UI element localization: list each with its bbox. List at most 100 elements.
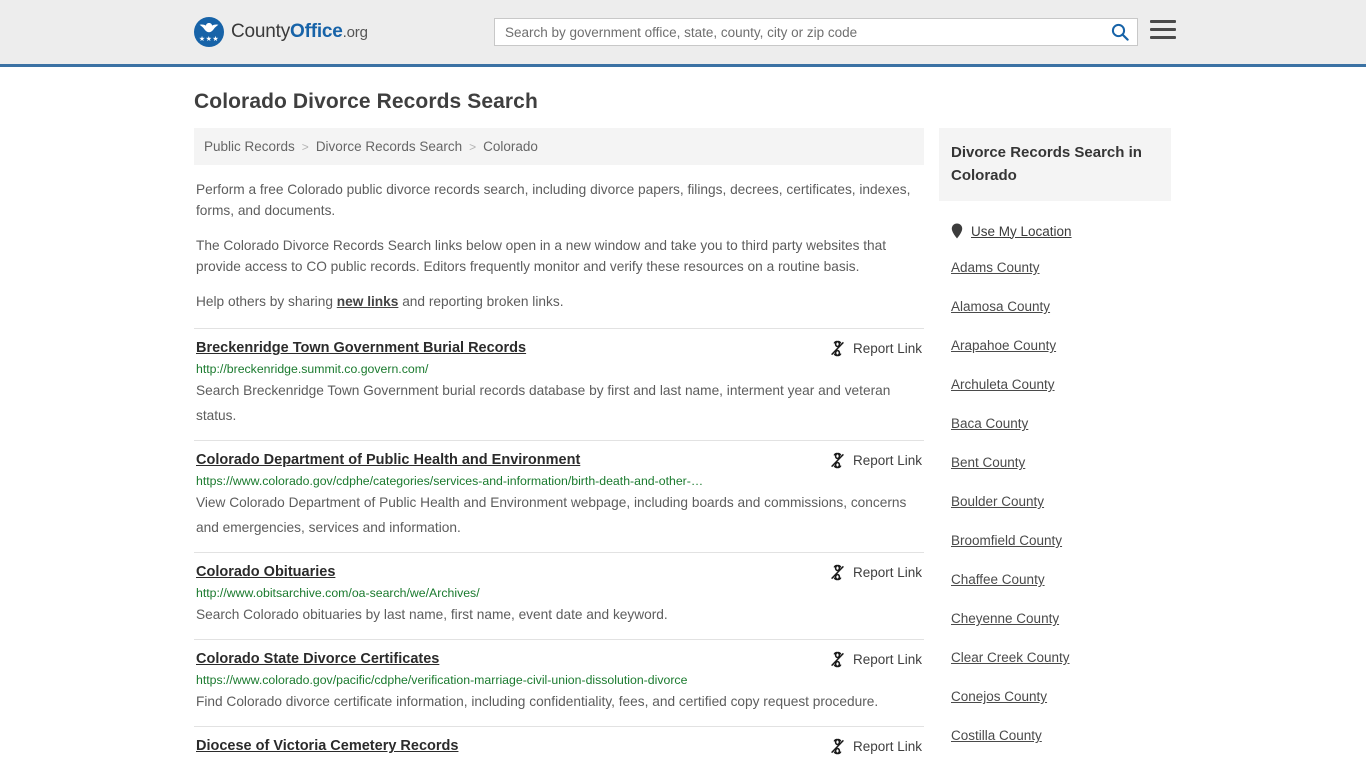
report-link-button[interactable]: Report Link — [829, 452, 922, 469]
broken-link-icon — [831, 738, 844, 755]
result-header: Colorado Obituaries Report Link — [196, 563, 922, 581]
result-item: Diocese of Victoria Cemetery Records Rep… — [194, 726, 924, 767]
search-bar[interactable] — [494, 18, 1138, 46]
sidebar: Divorce Records Search in Colorado Use M… — [939, 128, 1171, 768]
result-title-link[interactable]: Breckenridge Town Government Burial Reco… — [196, 339, 526, 357]
county-link-chaffee[interactable]: Chaffee County — [951, 572, 1045, 587]
result-description: View Colorado Department of Public Healt… — [196, 495, 907, 535]
report-link-label: Report Link — [852, 652, 922, 667]
list-item: Conejos County — [951, 688, 1171, 706]
county-link-conejos[interactable]: Conejos County — [951, 689, 1047, 704]
list-item: Boulder County — [951, 493, 1171, 511]
result-description: Search Breckenridge Town Government buri… — [196, 383, 891, 423]
site-logo-text: CountyOffice.org — [231, 21, 368, 43]
county-link-clear-creek[interactable]: Clear Creek County — [951, 650, 1070, 665]
county-link-arapahoe[interactable]: Arapahoe County — [951, 338, 1056, 353]
intro-paragraph-2: The Colorado Divorce Records Search link… — [196, 238, 887, 274]
county-link-broomfield[interactable]: Broomfield County — [951, 533, 1062, 548]
logo-stars: ★★★ — [198, 36, 220, 43]
result-url[interactable]: https://www.colorado.gov/pacific/cdphe/v… — [196, 672, 922, 688]
breadcrumb-item-divorce-records-search[interactable]: Divorce Records Search — [316, 139, 462, 154]
breadcrumb-item-public-records[interactable]: Public Records — [204, 139, 295, 154]
search-button[interactable] — [1103, 19, 1137, 45]
county-link-archuleta[interactable]: Archuleta County — [951, 377, 1055, 392]
list-item: Cheyenne County — [951, 610, 1171, 628]
hamburger-bar — [1150, 28, 1176, 31]
list-item: Baca County — [951, 415, 1171, 433]
county-link-costilla[interactable]: Costilla County — [951, 728, 1042, 743]
county-list: Adams County Alamosa County Arapahoe Cou… — [939, 259, 1171, 768]
breadcrumb-item-colorado[interactable]: Colorado — [483, 139, 538, 154]
broken-link-icon — [831, 340, 844, 357]
report-link-button[interactable]: Report Link — [829, 738, 922, 755]
result-header: Breckenridge Town Government Burial Reco… — [196, 339, 922, 357]
breadcrumb: Public Records > Divorce Records Search … — [194, 128, 924, 165]
breadcrumb-separator: > — [301, 139, 309, 154]
main-column: Public Records > Divorce Records Search … — [194, 128, 924, 767]
search-icon — [1111, 23, 1129, 41]
content-columns: Public Records > Divorce Records Search … — [194, 128, 1172, 768]
report-link-label: Report Link — [852, 739, 922, 754]
county-link-adams[interactable]: Adams County — [951, 260, 1040, 275]
list-item: Broomfield County — [951, 532, 1171, 550]
result-header: Colorado Department of Public Health and… — [196, 451, 922, 469]
list-item: Adams County — [951, 259, 1171, 277]
results-list: Breckenridge Town Government Burial Reco… — [194, 328, 924, 767]
page-title: Colorado Divorce Records Search — [194, 90, 538, 113]
result-item: Colorado Obituaries Report Link http://w… — [194, 552, 924, 639]
result-title-link[interactable]: Colorado Department of Public Health and… — [196, 451, 580, 469]
list-item: Archuleta County — [951, 376, 1171, 394]
hamburger-bar — [1150, 36, 1176, 39]
site-logo[interactable]: ★★★ CountyOffice.org — [194, 17, 368, 47]
intro-paragraph-1: Perform a free Colorado public divorce r… — [196, 182, 911, 218]
list-item: Costilla County — [951, 727, 1171, 745]
list-item: Arapahoe County — [951, 337, 1171, 355]
county-link-baca[interactable]: Baca County — [951, 416, 1028, 431]
page-body: Colorado Divorce Records Search Public R… — [0, 90, 1366, 768]
location-pin-icon — [951, 223, 963, 239]
report-link-label: Report Link — [852, 453, 922, 468]
menu-button[interactable] — [1150, 20, 1176, 39]
report-link-button[interactable]: Report Link — [829, 564, 922, 581]
report-link-button[interactable]: Report Link — [829, 340, 922, 357]
hamburger-bar — [1150, 20, 1176, 23]
intro-paragraph-3: Help others by sharing new links and rep… — [194, 291, 924, 312]
result-description: Find Colorado divorce certificate inform… — [196, 694, 879, 709]
result-title-link[interactable]: Colorado Obituaries — [196, 563, 335, 581]
county-link-boulder[interactable]: Boulder County — [951, 494, 1044, 509]
result-item: Colorado Department of Public Health and… — [194, 440, 924, 552]
result-url[interactable]: http://www.obitsarchive.com/oa-search/we… — [196, 585, 922, 601]
result-description: Search Colorado obituaries by last name,… — [196, 607, 668, 622]
use-my-location-button[interactable]: Use My Location — [939, 223, 1171, 239]
list-item: Bent County — [951, 454, 1171, 472]
report-link-button[interactable]: Report Link — [829, 651, 922, 668]
result-item: Colorado State Divorce Certificates Repo… — [194, 639, 924, 726]
county-link-cheyenne[interactable]: Cheyenne County — [951, 611, 1059, 626]
new-links-link[interactable]: new links — [337, 294, 399, 309]
logo-word-county: County — [231, 21, 291, 42]
search-input[interactable] — [495, 19, 1103, 45]
county-link-bent[interactable]: Bent County — [951, 455, 1025, 470]
list-item: Alamosa County — [951, 298, 1171, 316]
result-title-link[interactable]: Colorado State Divorce Certificates — [196, 650, 439, 668]
result-header: Diocese of Victoria Cemetery Records Rep… — [196, 737, 922, 755]
broken-link-icon — [831, 651, 844, 668]
result-url[interactable]: http://breckenridge.summit.co.govern.com… — [196, 361, 922, 377]
list-item: Clear Creek County — [951, 649, 1171, 667]
county-office-logo-icon: ★★★ — [194, 17, 224, 47]
broken-link-icon — [831, 452, 844, 469]
result-header: Colorado State Divorce Certificates Repo… — [196, 650, 922, 668]
result-item: Breckenridge Town Government Burial Reco… — [194, 328, 924, 440]
result-title-link[interactable]: Diocese of Victoria Cemetery Records — [196, 737, 458, 755]
county-link-alamosa[interactable]: Alamosa County — [951, 299, 1050, 314]
broken-link-icon — [831, 564, 844, 581]
report-link-label: Report Link — [852, 565, 922, 580]
breadcrumb-separator: > — [469, 139, 477, 154]
result-url[interactable]: https://www.colorado.gov/cdphe/categorie… — [196, 473, 922, 489]
logo-word-office: Office — [290, 21, 343, 42]
logo-tld: .org — [342, 24, 368, 41]
intro-p3-after: and reporting broken links. — [398, 294, 564, 309]
eagle-icon — [199, 23, 219, 33]
intro-text: Perform a free Colorado public divorce r… — [194, 179, 924, 312]
use-my-location-label: Use My Location — [971, 223, 1072, 239]
